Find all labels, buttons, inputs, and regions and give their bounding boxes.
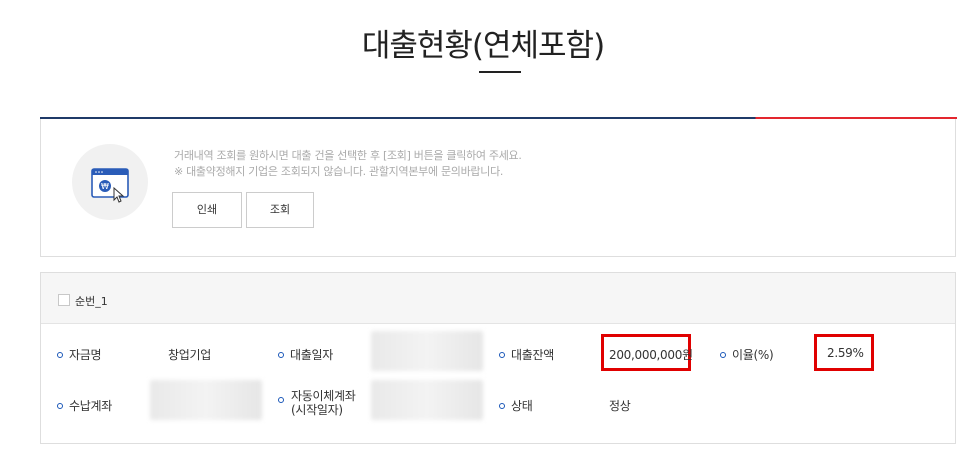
notice-line-1: 거래내역 조회를 원하시면 대출 건을 선택한 후 [조회] 버튼을 클릭하여 …: [174, 149, 522, 162]
rate-value: 2.59%: [827, 346, 864, 360]
bullet-icon: [57, 351, 63, 358]
title-underline: [479, 71, 521, 73]
account-value-redacted: [150, 380, 262, 420]
notice-panel: ₩ 거래내역 조회를 원하시면 대출 건을 선택한 후 [조회] 버튼을 클릭하…: [40, 119, 956, 257]
bullet-icon: [278, 397, 284, 403]
rate-label: 이율(%): [720, 346, 774, 363]
loan-date-label: 대출일자: [278, 346, 333, 363]
page-title: 대출현황(연체포함): [361, 28, 605, 64]
bullet-icon: [720, 351, 726, 358]
bullet-icon: [57, 402, 63, 409]
status-label: 상태: [499, 397, 533, 414]
auto-transfer-value-redacted: [371, 380, 483, 420]
won-browser-icon: ₩: [72, 144, 148, 220]
status-value: 정상: [609, 399, 631, 413]
notice-line-2: ※ 대출약정해지 기업은 조회되지 않습니다. 관할지역본부에 문의바랍니다.: [174, 165, 504, 178]
auto-transfer-label: 자동이체계좌 (시작일자): [278, 389, 356, 417]
search-button[interactable]: 조회: [246, 192, 314, 228]
bullet-icon: [499, 402, 505, 409]
loan-seq-label: 순번_1: [75, 295, 108, 308]
fund-name-label: 자금명: [57, 346, 102, 363]
loan-card-header: 순번_1: [41, 273, 955, 324]
loan-card: 순번_1 자금명 창업기업 대출일자 대출잔액 200,000,000원 이율(…: [40, 272, 956, 444]
loan-select-checkbox[interactable]: [58, 294, 70, 306]
print-button[interactable]: 인쇄: [172, 192, 242, 228]
fund-name-value: 창업기업: [168, 348, 211, 362]
notice-text: 거래내역 조회를 원하시면 대출 건을 선택한 후 [조회] 버튼을 클릭하여 …: [174, 148, 522, 180]
bullet-icon: [499, 351, 505, 358]
balance-label: 대출잔액: [499, 346, 554, 363]
loan-date-value-redacted: [371, 331, 483, 371]
bullet-icon: [278, 351, 284, 358]
account-label: 수납계좌: [57, 397, 112, 414]
svg-text:₩: ₩: [101, 182, 109, 191]
balance-value: 200,000,000원: [609, 348, 693, 362]
